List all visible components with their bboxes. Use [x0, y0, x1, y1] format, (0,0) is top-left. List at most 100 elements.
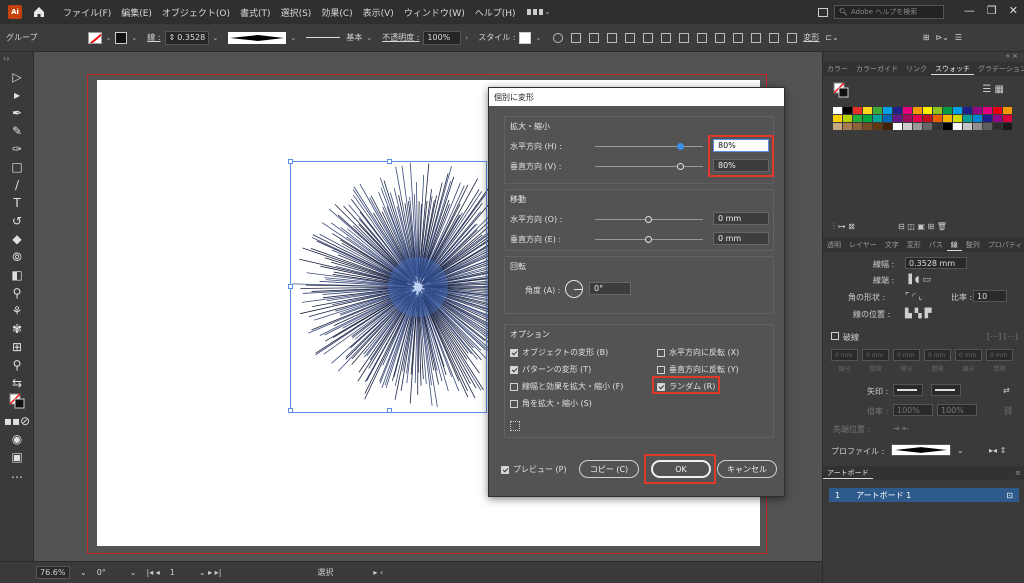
arrow-end-select[interactable]	[931, 384, 961, 396]
isolate-icon[interactable]: ⊏⌄	[825, 33, 838, 42]
cap-buttons-icon[interactable]: ▐ ◖ ▭	[905, 275, 931, 285]
panel-tab[interactable]: スウォッチ	[931, 64, 974, 75]
swatch[interactable]	[973, 115, 982, 122]
swatch[interactable]	[883, 115, 892, 122]
direct-selection-tool-icon[interactable]: ▸	[9, 88, 25, 102]
shape-builder-icon[interactable]: ◧	[9, 268, 25, 282]
cancel-button[interactable]: キャンセル	[717, 460, 777, 478]
screen-mode-icon[interactable]: ▣	[9, 450, 25, 464]
recolor-icon[interactable]	[553, 32, 564, 43]
scale-corners-checkbox[interactable]: 角を拡大・縮小 (S)	[510, 398, 592, 409]
horizontal-scale-knob[interactable]	[677, 143, 685, 150]
transform-objects-checkbox[interactable]: オブジェクトの変形 (B)	[510, 347, 608, 358]
help-search-input[interactable]: 🔍︎ Adobe ヘルプを検索	[834, 5, 944, 19]
chevron-down-icon[interactable]: ⌄	[106, 34, 112, 42]
vertical-scale-knob[interactable]	[677, 163, 685, 170]
eraser-tool-icon[interactable]: ◆	[9, 232, 25, 246]
panel-tab[interactable]: リンク	[902, 64, 931, 74]
swatch[interactable]	[943, 123, 952, 130]
rectangle-tool-icon[interactable]: □	[9, 160, 25, 174]
swatch[interactable]	[893, 107, 902, 114]
menu-item[interactable]: ファイル(F)	[58, 6, 116, 19]
brush-preview[interactable]	[228, 31, 287, 44]
transform-link[interactable]: 変形	[803, 32, 819, 43]
more-tools-icon[interactable]: ⋯	[9, 470, 25, 484]
swatch[interactable]	[843, 107, 852, 114]
chevron-down-icon[interactable]: ⌄	[130, 568, 137, 577]
status-arrow-icon[interactable]: ▸ ‹	[373, 568, 383, 577]
arrow-scale-end[interactable]: 100%	[937, 404, 977, 416]
chevron-down-icon[interactable]: ⌄	[213, 34, 219, 42]
menu-item[interactable]: 書式(T)	[235, 6, 276, 19]
grid-icon[interactable]	[571, 32, 582, 43]
swatch[interactable]	[913, 115, 922, 122]
menu-item[interactable]: 選択(S)	[276, 6, 317, 19]
fill-swatch[interactable]	[87, 31, 102, 44]
warp-tool-icon[interactable]: ⦾	[9, 250, 25, 264]
arrow-position-buttons[interactable]: ⇥ ⇤	[893, 424, 909, 433]
profile-select[interactable]	[891, 444, 951, 456]
corner-buttons-icon[interactable]: ⌜ ◜ ⌞	[905, 292, 923, 302]
swatch[interactable]	[923, 107, 932, 114]
rotate-tool-icon[interactable]: ↺	[9, 214, 25, 228]
dash-input[interactable]: 0 mm	[862, 349, 889, 361]
distribute-bottom-icon[interactable]	[733, 32, 744, 43]
distribute-right-icon[interactable]	[787, 32, 798, 43]
swatch[interactable]	[873, 115, 882, 122]
menu-item[interactable]: ウィンドウ(W)	[399, 6, 470, 19]
align-center-icon[interactable]	[607, 32, 618, 43]
swatch[interactable]	[933, 123, 942, 130]
maximize-icon[interactable]: ❐	[987, 4, 997, 17]
artboard-tool-icon[interactable]: ⊞	[9, 340, 25, 354]
align-bottom-icon[interactable]	[679, 32, 690, 43]
menu-item[interactable]: オブジェクト(O)	[157, 6, 235, 19]
swatch[interactable]	[983, 123, 992, 130]
align-left-icon[interactable]	[589, 32, 600, 43]
swatch[interactable]	[983, 115, 992, 122]
menu-item[interactable]: 表示(V)	[358, 6, 399, 19]
stroke-swatch[interactable]	[115, 31, 128, 44]
swatch[interactable]	[873, 123, 882, 130]
opacity-input[interactable]: 100%	[423, 30, 462, 45]
dash-input[interactable]: 0 mm	[831, 349, 858, 361]
swatch[interactable]	[863, 107, 872, 114]
panel-menu-icon[interactable]: ☰	[955, 33, 962, 42]
swatch[interactable]	[963, 115, 972, 122]
panel-tab[interactable]: プロパティ	[984, 240, 1024, 250]
menu-item[interactable]: 編集(E)	[116, 6, 157, 19]
minimize-icon[interactable]: —	[964, 4, 975, 17]
resize-handle[interactable]	[288, 159, 293, 164]
swatch[interactable]	[903, 107, 912, 114]
artboard-list-item[interactable]: 1 アートボード 1 ⊡	[829, 488, 1019, 502]
panel-tab[interactable]: グラデーション	[974, 64, 1024, 74]
swatch[interactable]	[893, 115, 902, 122]
home-icon[interactable]	[32, 5, 46, 19]
dash-input[interactable]: 0 mm	[986, 349, 1013, 361]
chevron-down-icon[interactable]: ⌄	[290, 34, 296, 42]
reference-point-icon[interactable]	[510, 421, 520, 431]
panel-tab[interactable]: 透明	[823, 240, 845, 250]
swatch[interactable]	[903, 123, 912, 130]
panel-grip-icon[interactable]: ››	[3, 54, 9, 63]
scale-strokes-checkbox[interactable]: 線幅と効果を拡大・縮小 (F)	[510, 381, 623, 392]
swatch[interactable]	[943, 115, 952, 122]
swatch[interactable]	[983, 107, 992, 114]
swatch[interactable]	[993, 123, 1002, 130]
swatch[interactable]	[993, 107, 1002, 114]
collapse-panels-icon[interactable]: « ×	[1006, 52, 1018, 60]
curvature-tool-icon[interactable]: ✎	[9, 124, 25, 138]
swatch[interactable]	[863, 123, 872, 130]
dash-input[interactable]: 0 mm	[955, 349, 982, 361]
panel-tab[interactable]: パス	[925, 240, 947, 250]
chevron-down-icon[interactable]: ⌄	[80, 568, 87, 577]
align-buttons-icon[interactable]: ▙ ▚ ▛	[905, 309, 932, 319]
link-icon[interactable]: ⛓	[1003, 406, 1013, 415]
frame-icon[interactable]	[818, 7, 828, 17]
panel-tab[interactable]: 整列	[962, 240, 984, 250]
chevron-down-icon[interactable]: ⌄	[131, 34, 137, 42]
swatch[interactable]	[853, 115, 862, 122]
swatch[interactable]	[1003, 107, 1012, 114]
move-horizontal-input[interactable]: 0 mm	[713, 212, 769, 225]
stroke-weight-input[interactable]: 0.3528 mm	[905, 257, 967, 269]
swatch[interactable]	[933, 115, 942, 122]
